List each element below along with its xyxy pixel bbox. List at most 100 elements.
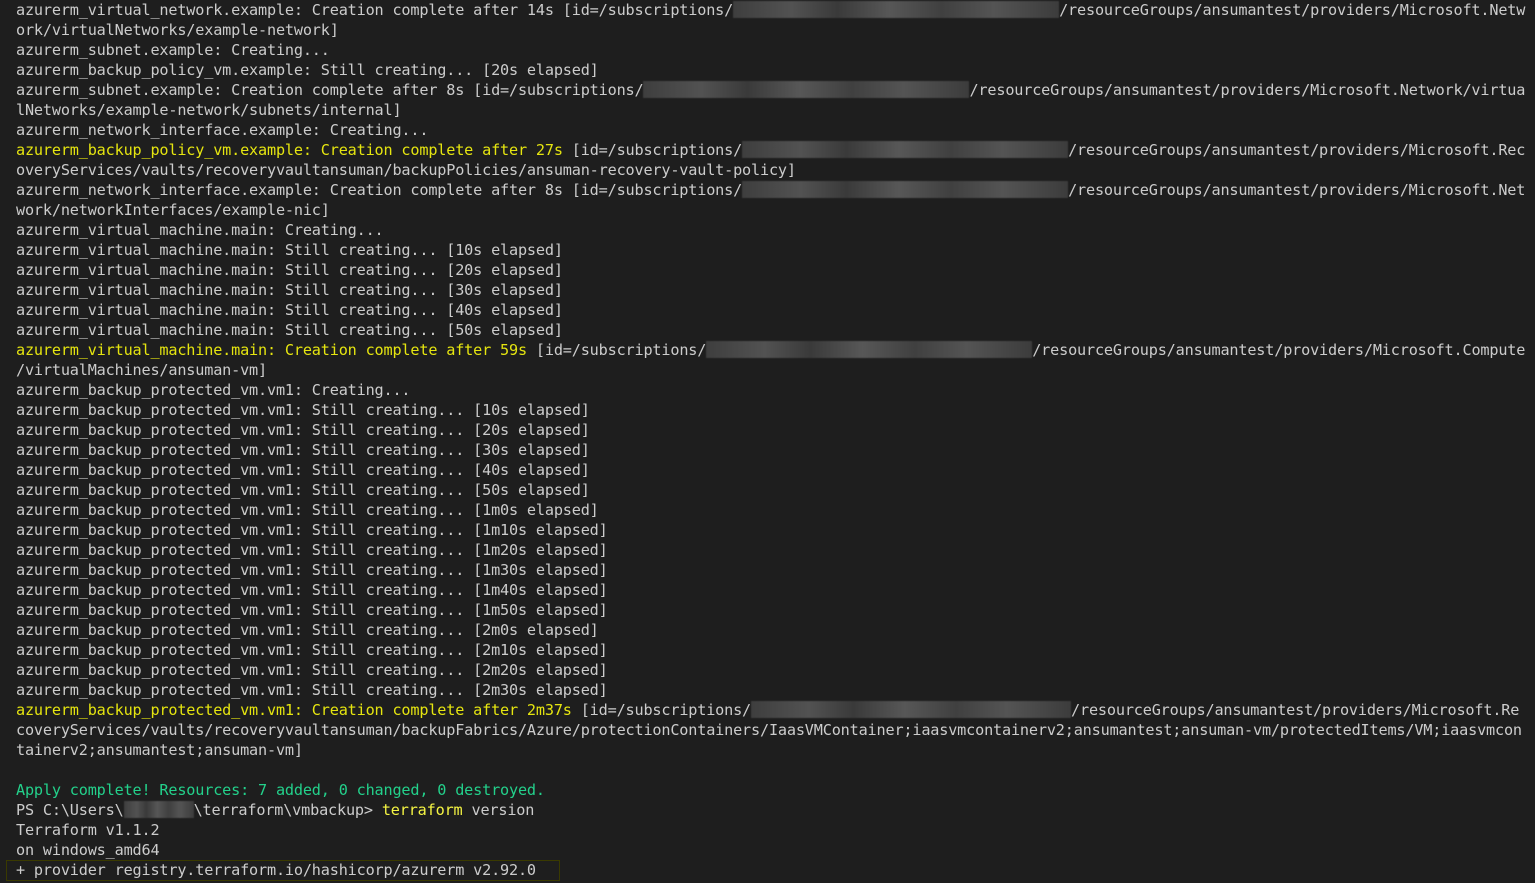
line-text: /virtualMachines/ansuman-vm] <box>16 361 267 379</box>
terminal-line: azurerm_virtual_machine.main: Still crea… <box>16 320 1528 340</box>
line-text: ork/virtualNetworks/example-network] <box>16 21 339 39</box>
terminal-line: azurerm_backup_policy_vm.example: Creati… <box>16 140 1528 160</box>
creation-complete-text: azurerm_backup_protected_vm.vm1: Creatio… <box>16 701 572 719</box>
line-text: azurerm_subnet.example: Creating... <box>16 41 330 59</box>
terminal-line: azurerm_virtual_machine.main: Creation c… <box>16 340 1528 360</box>
terminal-line: azurerm_virtual_machine.main: Still crea… <box>16 280 1528 300</box>
line-text: azurerm_backup_protected_vm.vm1: Still c… <box>16 521 608 539</box>
line-text: azurerm_virtual_machine.main: Still crea… <box>16 281 563 299</box>
terminal-line: azurerm_virtual_machine.main: Still crea… <box>16 240 1528 260</box>
terminal-line: azurerm_virtual_network.example: Creatio… <box>16 0 1528 20</box>
terminal-line: azurerm_subnet.example: Creation complet… <box>16 80 1528 100</box>
terminal-line: azurerm_backup_protected_vm.vm1: Still c… <box>16 420 1528 440</box>
line-text: PS C:\Users\ <box>16 801 124 819</box>
line-text: azurerm_network_interface.example: Creat… <box>16 181 743 199</box>
terminal-line: azurerm_backup_protected_vm.vm1: Still c… <box>16 440 1528 460</box>
line-text: azurerm_backup_protected_vm.vm1: Still c… <box>16 461 590 479</box>
line-text: azurerm_backup_protected_vm.vm1: Still c… <box>16 621 599 639</box>
terminal-line: azurerm_virtual_machine.main: Creating..… <box>16 220 1528 240</box>
line-text: azurerm_backup_protected_vm.vm1: Still c… <box>16 441 590 459</box>
terminal-line: coveryServices/vaults/recoveryvaultansum… <box>16 720 1528 740</box>
line-text: azurerm_backup_protected_vm.vm1: Still c… <box>16 541 608 559</box>
line-text: azurerm_virtual_machine.main: Still crea… <box>16 261 563 279</box>
line-text: azurerm_backup_protected_vm.vm1: Still c… <box>16 561 608 579</box>
terminal-line: PS C:\Users\ \terraform\vmbackup> terrafo… <box>16 800 1528 820</box>
terminal-line: tainerv2;ansumantest;ansuman-vm] <box>16 740 1528 760</box>
terminal-line: azurerm_backup_protected_vm.vm1: Still c… <box>16 520 1528 540</box>
line-text: azurerm_virtual_machine.main: Creating..… <box>16 221 384 239</box>
line-text: [id=/subscriptions/ <box>571 701 752 719</box>
terminal-line: azurerm_backup_protected_vm.vm1: Creatin… <box>16 380 1528 400</box>
line-text: /resourceGroups/ansumantest/providers/Mi… <box>1068 141 1526 159</box>
terminal-line: azurerm_backup_protected_vm.vm1: Creatio… <box>16 700 1528 720</box>
line-text: /resourceGroups/ansumantest/providers/Mi… <box>1068 181 1526 199</box>
terminal-line: azurerm_virtual_machine.main: Still crea… <box>16 260 1528 280</box>
terminal-line: azurerm_backup_protected_vm.vm1: Still c… <box>16 660 1528 680</box>
terminal-line: azurerm_backup_protected_vm.vm1: Still c… <box>16 600 1528 620</box>
line-text: + provider registry.terraform.io/hashico… <box>16 861 536 879</box>
creation-complete-text: azurerm_backup_policy_vm.example: Creati… <box>16 141 563 159</box>
line-text: overyServices/vaults/recoveryvaultansuma… <box>16 161 796 179</box>
line-text: azurerm_subnet.example: Creation complet… <box>16 81 644 99</box>
terminal-line: + provider registry.terraform.io/hashico… <box>6 860 1528 881</box>
line-text: azurerm_virtual_machine.main: Still crea… <box>16 241 563 259</box>
line-text: azurerm_virtual_network.example: Creatio… <box>16 1 734 19</box>
line-text: [id=/subscriptions/ <box>562 141 743 159</box>
redacted-value <box>643 81 970 98</box>
terminal-line: lNetworks/example-network/subnets/intern… <box>16 100 1528 120</box>
terminal-line: Terraform v1.1.2 <box>16 820 1528 840</box>
command-text: terraform <box>381 801 463 819</box>
redacted-value <box>733 1 1060 18</box>
terminal-line: /virtualMachines/ansuman-vm] <box>16 360 1528 380</box>
line-text: /resourceGroups/ansumantest/providers/Mi… <box>1032 341 1526 359</box>
line-text: azurerm_network_interface.example: Creat… <box>16 121 429 139</box>
terminal-line: azurerm_network_interface.example: Creat… <box>16 180 1528 200</box>
line-text: azurerm_backup_protected_vm.vm1: Still c… <box>16 581 608 599</box>
line-text: azurerm_virtual_machine.main: Still crea… <box>16 321 563 339</box>
line-text: \terraform\vmbackup> <box>193 801 382 819</box>
terminal-line: azurerm_network_interface.example: Creat… <box>16 120 1528 140</box>
line-text: azurerm_backup_protected_vm.vm1: Still c… <box>16 401 590 419</box>
terminal-line: azurerm_backup_protected_vm.vm1: Still c… <box>16 400 1528 420</box>
terminal-line: azurerm_backup_protected_vm.vm1: Still c… <box>16 560 1528 580</box>
terminal-line: azurerm_virtual_machine.main: Still crea… <box>16 300 1528 320</box>
line-text: azurerm_backup_protected_vm.vm1: Still c… <box>16 661 608 679</box>
line-text: work/networkInterfaces/example-nic] <box>16 201 330 219</box>
terminal-line: azurerm_backup_protected_vm.vm1: Still c… <box>16 620 1528 640</box>
line-text: /resourceGroups/ansumantest/providers/Mi… <box>1059 1 1526 19</box>
terminal-line: azurerm_backup_protected_vm.vm1: Still c… <box>16 640 1528 660</box>
line-text: azurerm_backup_protected_vm.vm1: Still c… <box>16 481 590 499</box>
line-text: azurerm_backup_protected_vm.vm1: Still c… <box>16 681 608 699</box>
terminal-output[interactable]: azurerm_virtual_network.example: Creatio… <box>6 0 1528 883</box>
line-text: Terraform v1.1.2 <box>16 821 160 839</box>
line-text: [id=/subscriptions/ <box>526 341 707 359</box>
terminal-line: azurerm_backup_protected_vm.vm1: Still c… <box>16 480 1528 500</box>
line-text: version <box>462 801 535 819</box>
line-text: /resourceGroups/ansumantest/providers/Mi… <box>1071 701 1520 719</box>
terminal-line: azurerm_backup_protected_vm.vm1: Still c… <box>16 540 1528 560</box>
terminal-line: work/networkInterfaces/example-nic] <box>16 200 1528 220</box>
line-text: coveryServices/vaults/recoveryvaultansum… <box>16 721 1522 739</box>
redacted-value <box>742 141 1069 158</box>
terminal-line: azurerm_subnet.example: Creating... <box>16 40 1528 60</box>
line-text: /resourceGroups/ansumantest/providers/Mi… <box>969 81 1526 99</box>
line-text: azurerm_backup_policy_vm.example: Still … <box>16 61 599 79</box>
creation-complete-text: azurerm_virtual_machine.main: Creation c… <box>16 341 527 359</box>
terminal-line: azurerm_backup_protected_vm.vm1: Still c… <box>16 500 1528 520</box>
line-text: on windows_amd64 <box>16 841 160 859</box>
line-text: azurerm_backup_protected_vm.vm1: Creatin… <box>16 381 411 399</box>
terminal-line: on windows_amd64 <box>16 840 1528 860</box>
line-text: azurerm_backup_protected_vm.vm1: Still c… <box>16 601 608 619</box>
redacted-value <box>742 181 1069 198</box>
terminal-line: azurerm_backup_protected_vm.vm1: Still c… <box>16 580 1528 600</box>
terminal-line: overyServices/vaults/recoveryvaultansuma… <box>16 160 1528 180</box>
line-text: azurerm_backup_protected_vm.vm1: Still c… <box>16 501 599 519</box>
terminal-line: ork/virtualNetworks/example-network] <box>16 20 1528 40</box>
line-text: azurerm_backup_protected_vm.vm1: Still c… <box>16 641 608 659</box>
line-text: tainerv2;ansumantest;ansuman-vm] <box>16 741 303 759</box>
terminal-line: azurerm_backup_protected_vm.vm1: Still c… <box>16 680 1528 700</box>
terminal-line: Apply complete! Resources: 7 added, 0 ch… <box>16 780 1528 800</box>
redacted-value <box>706 341 1033 358</box>
apply-summary: Apply complete! Resources: 7 added, 0 ch… <box>16 781 545 799</box>
